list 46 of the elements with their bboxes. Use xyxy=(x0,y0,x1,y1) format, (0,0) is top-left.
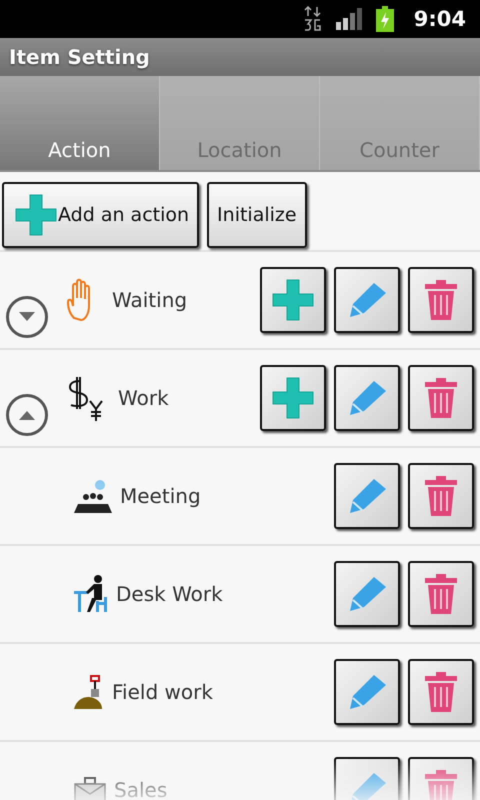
plus-icon xyxy=(271,278,315,322)
edit-button[interactable] xyxy=(334,561,400,627)
network-3g-icon xyxy=(304,6,322,32)
action-label: Waiting xyxy=(112,288,188,312)
up-triangle-icon xyxy=(17,409,37,421)
briefcase-icon xyxy=(74,777,106,800)
initialize-button[interactable]: Initialize xyxy=(207,182,307,248)
delete-button[interactable] xyxy=(408,463,474,529)
edit-button[interactable] xyxy=(334,659,400,725)
trash-icon xyxy=(423,474,459,518)
add-child-button[interactable] xyxy=(260,267,326,333)
add-child-button[interactable] xyxy=(260,365,326,431)
delete-button[interactable] xyxy=(408,561,474,627)
add-action-button[interactable]: Add an action xyxy=(2,182,200,248)
meeting-icon xyxy=(74,479,112,513)
action-label: Field work xyxy=(112,680,213,704)
delete-button[interactable] xyxy=(408,659,474,725)
action-label: Meeting xyxy=(120,484,201,508)
edit-button[interactable] xyxy=(334,267,400,333)
trash-icon xyxy=(423,278,459,322)
desk-worker-icon xyxy=(74,575,108,613)
action-label: Desk Work xyxy=(116,582,223,606)
action-label: Sales xyxy=(114,778,168,800)
plus-icon xyxy=(271,376,315,420)
trash-icon xyxy=(423,670,459,714)
delete-button[interactable] xyxy=(408,267,474,333)
plus-icon xyxy=(14,193,58,237)
collapse-button[interactable] xyxy=(6,394,48,436)
trash-icon xyxy=(423,572,459,616)
tab[interactable]: Location xyxy=(160,76,320,170)
shovel-icon xyxy=(74,675,104,709)
down-triangle-icon xyxy=(17,311,37,323)
signal-icon xyxy=(336,8,362,30)
expand-button[interactable] xyxy=(6,296,48,338)
action-label: Work xyxy=(118,386,169,410)
battery-charging-icon xyxy=(376,6,394,32)
edit-button[interactable] xyxy=(334,463,400,529)
screen-title: Item Setting xyxy=(9,45,150,69)
dollar-yen-icon xyxy=(66,375,104,421)
trash-icon xyxy=(423,768,459,800)
trash-icon xyxy=(423,376,459,420)
clock-time: 9:04 xyxy=(414,7,466,31)
tab[interactable]: Counter xyxy=(320,76,480,170)
tab[interactable]: Action xyxy=(0,76,160,170)
delete-button[interactable] xyxy=(408,365,474,431)
edit-button[interactable] xyxy=(334,365,400,431)
